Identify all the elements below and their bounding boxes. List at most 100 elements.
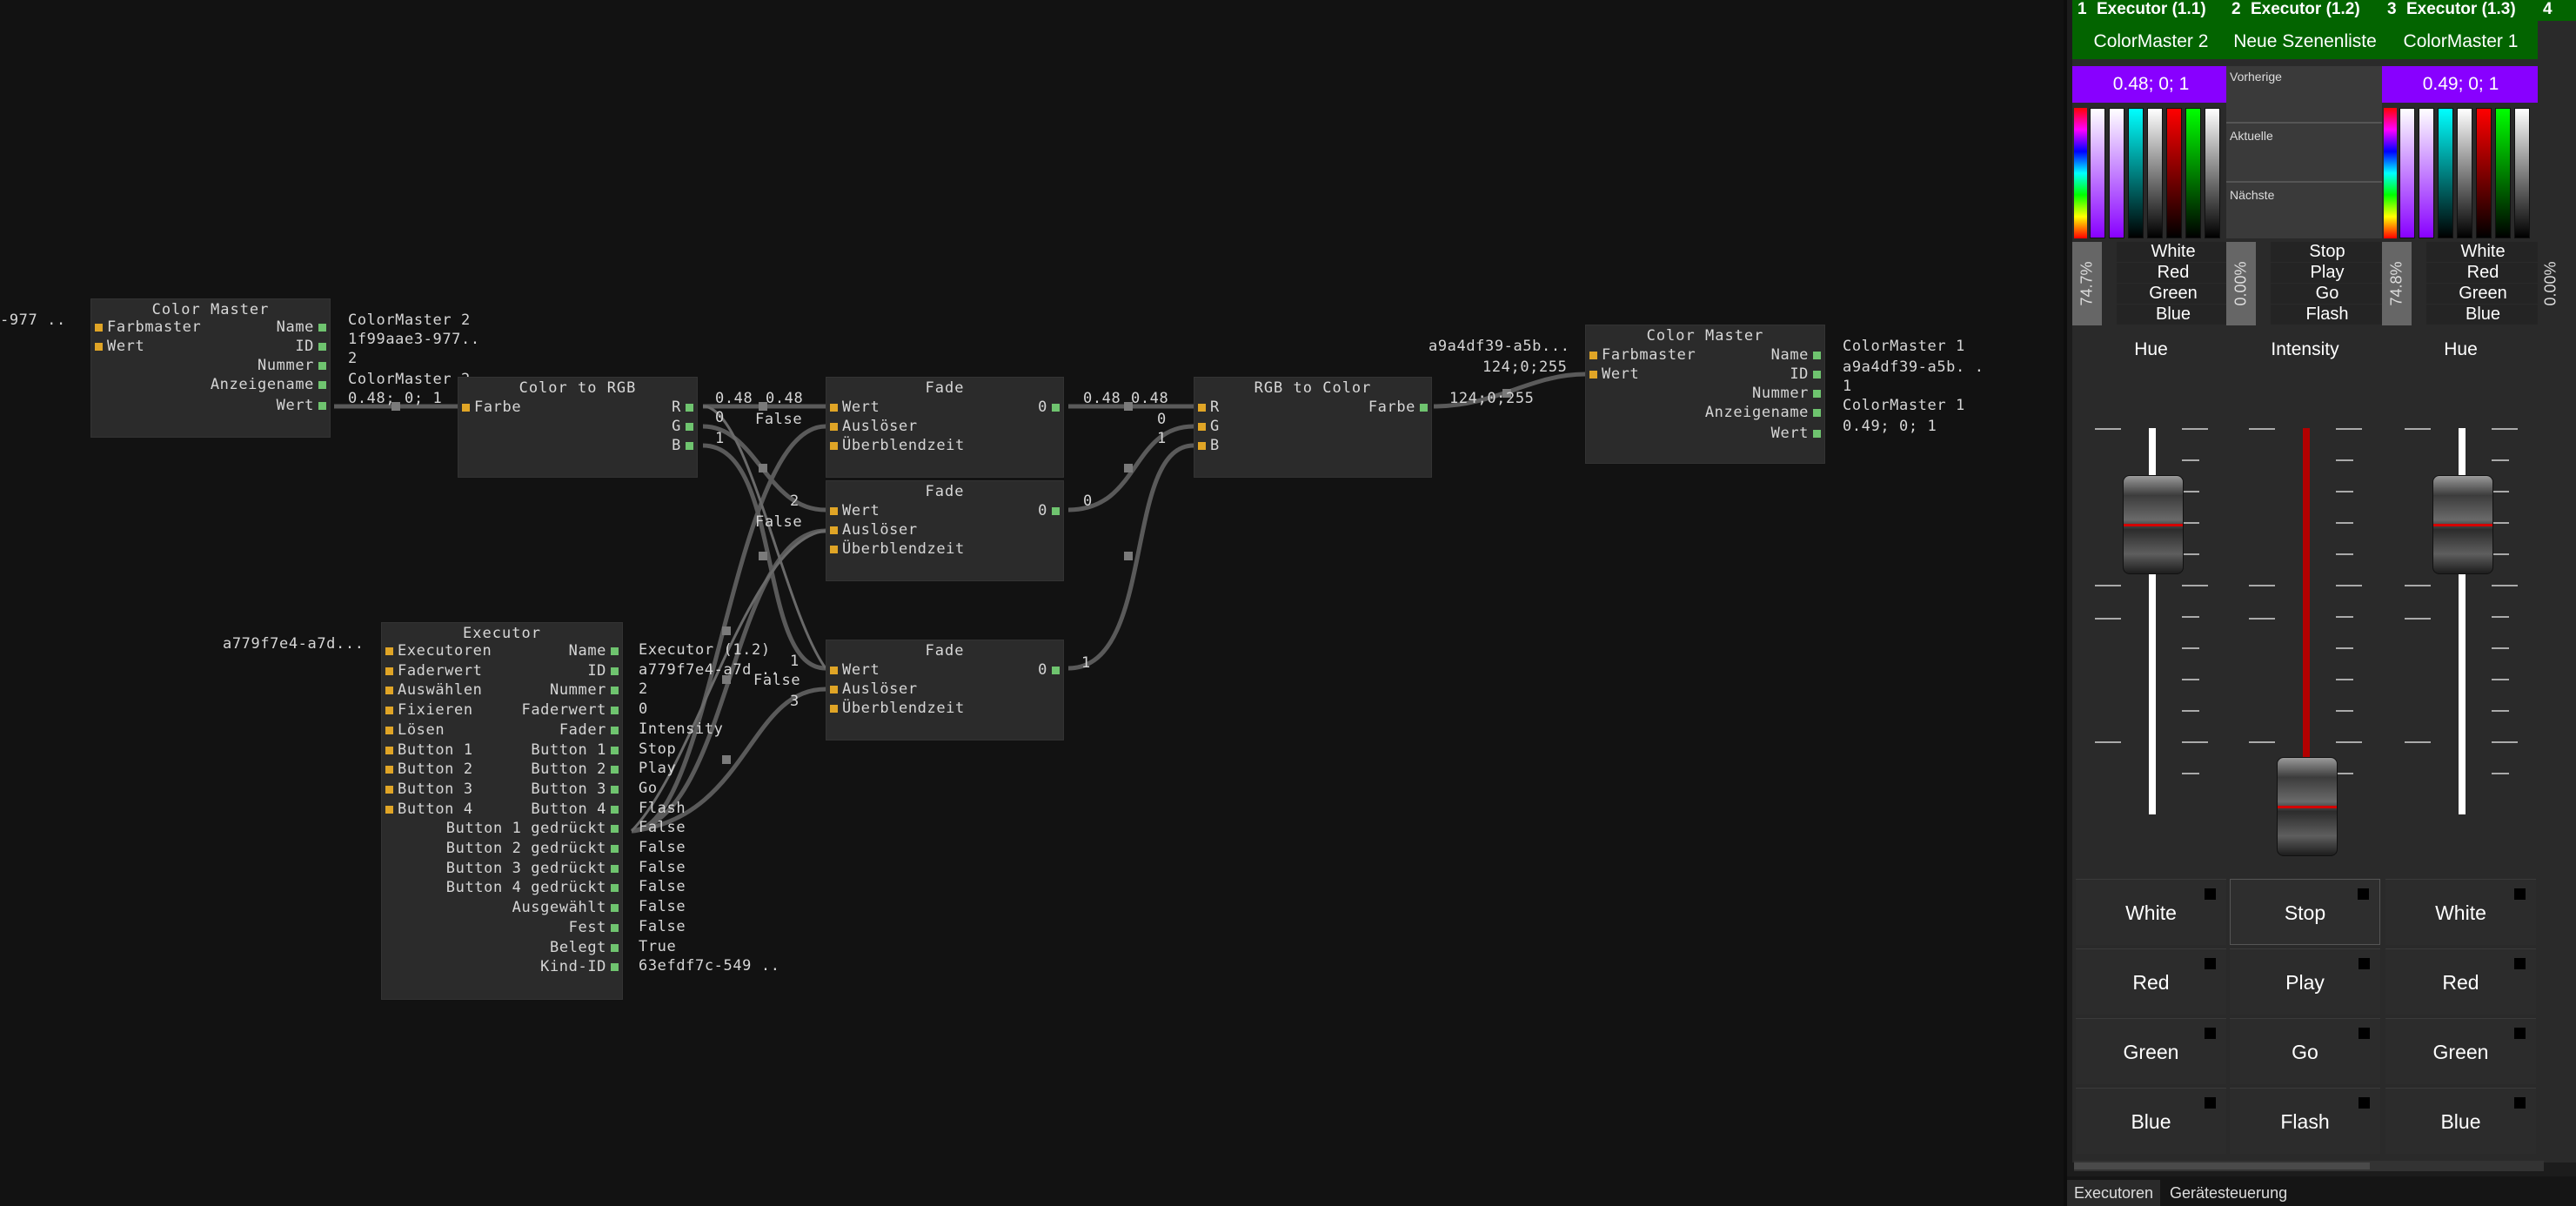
executor-input-3[interactable]: Fixieren bbox=[385, 701, 473, 719]
executor-output-1[interactable]: ID bbox=[587, 662, 619, 680]
executor-mini-button[interactable]: Green bbox=[2117, 284, 2230, 304]
executor-output-0[interactable]: Name bbox=[569, 642, 619, 660]
executor-mini-button[interactable]: Go bbox=[2271, 284, 2384, 304]
color-channel-bar[interactable] bbox=[2128, 108, 2144, 238]
color-master-node-left[interactable]: Color Master Farbmaster Wert Name ID Num… bbox=[90, 298, 331, 438]
executor-button[interactable]: Blue bbox=[2076, 1088, 2226, 1154]
executor-output-3[interactable]: Faderwert bbox=[521, 701, 619, 719]
input-g[interactable]: G bbox=[1198, 418, 1220, 435]
tab-executoren[interactable]: Executoren bbox=[2067, 1180, 2161, 1206]
input-ausloeser[interactable]: Auslöser bbox=[830, 521, 918, 539]
color-channel-bar[interactable] bbox=[2399, 108, 2415, 238]
executor-mini-button[interactable]: White bbox=[2426, 242, 2539, 262]
executor-output-2[interactable]: Nummer bbox=[550, 681, 619, 699]
color-channel-bar[interactable] bbox=[2495, 108, 2511, 238]
executor-button[interactable]: White bbox=[2385, 879, 2536, 945]
color-channel-bar[interactable] bbox=[2090, 108, 2105, 238]
executor-button[interactable]: Stop bbox=[2230, 879, 2380, 945]
fade-node-3[interactable]: Fade Wert Auslöser Überblendzeit 0 bbox=[826, 640, 1064, 740]
executor-output-12[interactable]: Button 4 gedrückt bbox=[446, 879, 619, 896]
executor-button[interactable]: Play bbox=[2230, 948, 2380, 1015]
executor-output-11[interactable]: Button 3 gedrückt bbox=[446, 860, 619, 877]
node-graph-canvas[interactable]: -977 .. Color Master Farbmaster Wert Nam… bbox=[0, 0, 2064, 1206]
cue-list[interactable]: Vorherige Aktuelle Nächste bbox=[2226, 66, 2384, 238]
hue-spectrum[interactable] bbox=[2074, 108, 2087, 238]
input-b[interactable]: B bbox=[1198, 437, 1220, 454]
output-nummer[interactable]: Nummer bbox=[258, 357, 327, 374]
color-channel-bar[interactable] bbox=[2109, 108, 2124, 238]
executor-button[interactable]: Flash bbox=[2230, 1088, 2380, 1154]
input-ueberblendzeit[interactable]: Überblendzeit bbox=[830, 700, 965, 717]
executor-button[interactable]: Red bbox=[2385, 948, 2536, 1015]
input-farbe[interactable]: Farbe bbox=[461, 399, 521, 416]
executor-mini-button[interactable]: Red bbox=[2117, 263, 2230, 283]
input-ueberblendzeit[interactable]: Überblendzeit bbox=[830, 540, 965, 558]
output-anzeigename[interactable]: Anzeigename bbox=[211, 376, 327, 393]
executor-mini-button[interactable]: Flash bbox=[2271, 305, 2384, 325]
input-ausloeser[interactable]: Auslöser bbox=[830, 680, 918, 698]
input-wert[interactable]: Wert bbox=[1589, 365, 1639, 383]
executor-button[interactable]: Blue bbox=[2385, 1088, 2536, 1154]
executor-output-5[interactable]: Button 1 bbox=[531, 741, 619, 759]
output-wert[interactable]: Wert bbox=[277, 397, 327, 414]
output-r[interactable]: R bbox=[672, 399, 693, 416]
executor-input-4[interactable]: Lösen bbox=[385, 721, 445, 739]
executor-output-16[interactable]: Kind-ID bbox=[540, 958, 619, 975]
output-0[interactable]: 0 bbox=[1038, 661, 1060, 679]
output-name[interactable]: Name bbox=[1771, 346, 1822, 364]
executor-button[interactable]: Green bbox=[2076, 1018, 2226, 1084]
executor-mini-button[interactable]: Blue bbox=[2117, 305, 2230, 325]
output-b[interactable]: B bbox=[672, 437, 693, 454]
executor-button[interactable]: Red bbox=[2076, 948, 2226, 1015]
color-channel-bar[interactable] bbox=[2438, 108, 2453, 238]
executor-output-13[interactable]: Ausgewählt bbox=[512, 899, 619, 916]
input-ausloeser[interactable]: Auslöser bbox=[830, 418, 918, 435]
executor-input-1[interactable]: Faderwert bbox=[385, 662, 483, 680]
input-farbmaster[interactable]: Farbmaster bbox=[94, 318, 201, 336]
color-channel-bar[interactable] bbox=[2457, 108, 2472, 238]
executor-mini-button[interactable]: Play bbox=[2271, 263, 2384, 283]
color-to-rgb-node[interactable]: Color to RGB Farbe R G B bbox=[458, 377, 698, 478]
color-channel-bar[interactable] bbox=[2205, 108, 2220, 238]
fader-knob[interactable] bbox=[2277, 757, 2338, 856]
input-wert[interactable]: Wert bbox=[829, 661, 880, 679]
executor-mini-button[interactable]: Stop bbox=[2271, 242, 2384, 262]
output-id[interactable]: ID bbox=[1790, 365, 1821, 383]
input-wert[interactable]: Wert bbox=[94, 338, 144, 355]
output-name[interactable]: Name bbox=[277, 318, 327, 336]
output-farbe[interactable]: Farbe bbox=[1368, 399, 1429, 416]
executor-input-5[interactable]: Button 1 bbox=[385, 741, 473, 759]
scrollbar-thumb[interactable] bbox=[2074, 1162, 2370, 1169]
input-wert[interactable]: Wert bbox=[829, 502, 880, 519]
executor-mini-button[interactable]: Red bbox=[2426, 263, 2539, 283]
hue-spectrum[interactable] bbox=[2384, 108, 2397, 238]
executor-mini-button[interactable]: Green bbox=[2426, 284, 2539, 304]
executor-output-4[interactable]: Fader bbox=[559, 721, 619, 739]
executor-button[interactable]: White bbox=[2076, 879, 2226, 945]
output-anzeigename[interactable]: Anzeigename bbox=[1705, 404, 1822, 421]
executor-input-8[interactable]: Button 4 bbox=[385, 801, 473, 818]
rgb-to-color-node[interactable]: RGB to Color R G B Farbe bbox=[1194, 377, 1432, 478]
executor-output-9[interactable]: Button 1 gedrückt bbox=[446, 820, 619, 837]
fade-node-1[interactable]: Fade Wert Auslöser Überblendzeit 0 bbox=[826, 377, 1064, 478]
fade-node-2[interactable]: Fade Wert Auslöser Überblendzeit 0 bbox=[826, 480, 1064, 581]
color-channel-bar[interactable] bbox=[2476, 108, 2492, 238]
color-channel-bar[interactable] bbox=[2514, 108, 2530, 238]
fader-knob[interactable] bbox=[2123, 475, 2184, 574]
color-channel-bar[interactable] bbox=[2147, 108, 2163, 238]
executor-button[interactable]: Go bbox=[2230, 1018, 2380, 1084]
executor-input-7[interactable]: Button 3 bbox=[385, 781, 473, 798]
color-master-node-right[interactable]: Color Master Farbmaster Wert Name ID Num… bbox=[1585, 325, 1825, 464]
executor-mini-button[interactable]: Blue bbox=[2426, 305, 2539, 325]
input-r[interactable]: R bbox=[1198, 399, 1220, 416]
output-0[interactable]: 0 bbox=[1038, 502, 1060, 519]
input-wert[interactable]: Wert bbox=[829, 399, 880, 416]
executor-output-6[interactable]: Button 2 bbox=[531, 760, 619, 778]
executor-output-14[interactable]: Fest bbox=[569, 919, 619, 936]
horizontal-scrollbar[interactable] bbox=[2074, 1161, 2544, 1171]
input-farbmaster[interactable]: Farbmaster bbox=[1589, 346, 1696, 364]
executor-node[interactable]: Executor Executoren Faderwert Auswählen Fix… bbox=[381, 622, 623, 1000]
color-channel-bar[interactable] bbox=[2166, 108, 2182, 238]
output-nummer[interactable]: Nummer bbox=[1752, 385, 1822, 402]
output-id[interactable]: ID bbox=[295, 338, 326, 355]
